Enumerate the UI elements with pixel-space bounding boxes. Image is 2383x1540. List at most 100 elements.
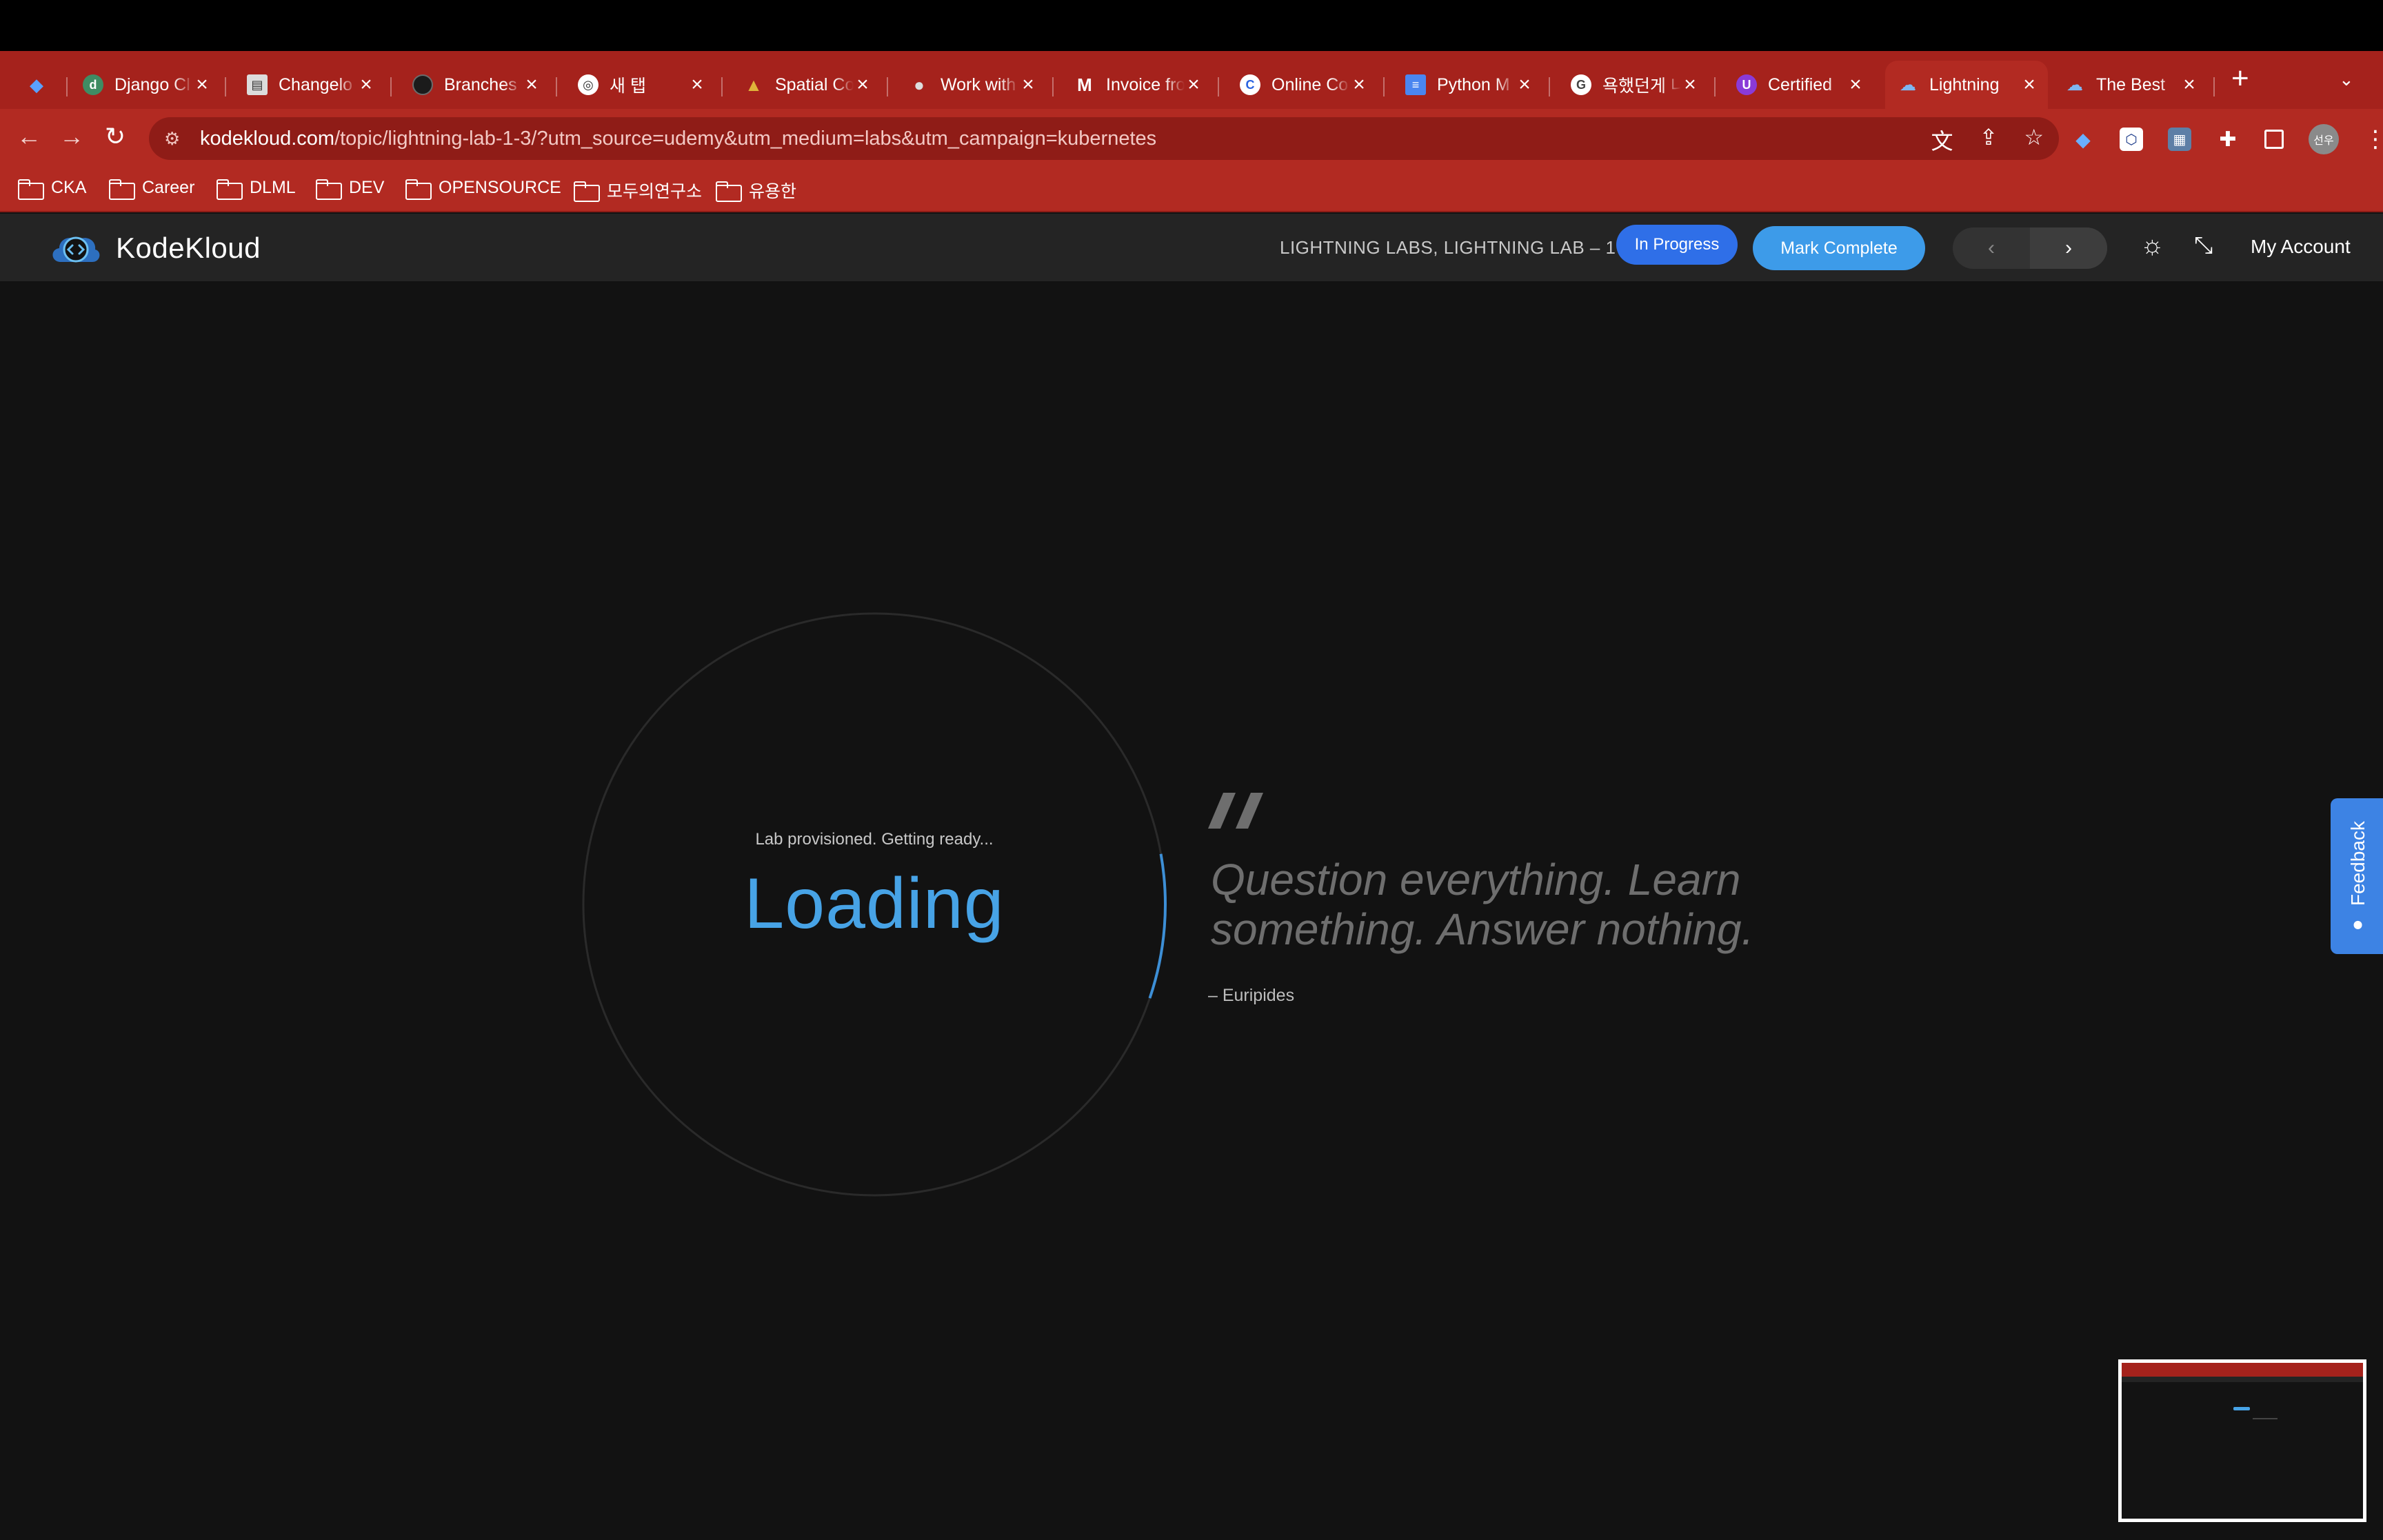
bookmark-opensource[interactable]: OPENSOURCE	[405, 178, 561, 200]
screenshot-thumbnail[interactable]	[2118, 1359, 2366, 1522]
loader-status-text: Lab provisioned. Getting ready...	[755, 830, 994, 849]
apple-icon: ●	[914, 74, 925, 95]
bookmark-label: 모두의연구소	[607, 182, 703, 201]
tab-separator	[1383, 77, 1385, 97]
tab-branches[interactable]: Branches ×	[400, 61, 550, 109]
table-icon: ▤	[247, 74, 268, 95]
kebab-menu-icon[interactable]: ⋮	[2364, 125, 2383, 153]
close-icon[interactable]: ×	[688, 74, 706, 95]
next-chevron-icon[interactable]: ›	[2030, 227, 2107, 269]
tab-title: Invoice fro	[1106, 74, 1185, 94]
feedback-text: Feedback	[2347, 821, 2369, 906]
quote-mark-icon	[1208, 793, 1263, 829]
close-icon[interactable]: ×	[523, 74, 541, 95]
thumbnail-header	[2122, 1377, 2363, 1382]
bookmark-star-icon[interactable]: ☆	[2024, 124, 2044, 156]
forward-arrow-icon[interactable]: →	[59, 123, 84, 150]
folder-icon	[18, 179, 44, 200]
sun-icon[interactable]: ☼	[2140, 232, 2164, 259]
translate-icon[interactable]: 文	[1931, 124, 1953, 156]
tab-title: Spatial Co	[775, 74, 854, 94]
kodekloud-logo[interactable]: KodeKloud	[47, 229, 261, 267]
thumbnail-quote	[2253, 1418, 2278, 1419]
feedback-label[interactable]: ● Feedback	[2346, 820, 2371, 938]
tab-title: Lightning	[1929, 74, 2000, 94]
close-icon[interactable]: ×	[193, 74, 211, 95]
bookmark-label: OPENSOURCE	[439, 178, 561, 197]
site-info-icon[interactable]: ⚙	[164, 128, 186, 149]
my-account-link[interactable]: My Account	[2251, 236, 2351, 258]
kodekloud-icon: ☁	[2067, 75, 2083, 94]
tab-django[interactable]: d Django Cl ×	[70, 61, 221, 109]
close-icon[interactable]: ×	[357, 74, 375, 95]
tab-separator	[66, 77, 68, 97]
mark-complete-button[interactable]: Mark Complete	[1753, 226, 1925, 270]
docs-icon: ≡	[1405, 74, 1426, 95]
tab-pinned[interactable]: ◆	[14, 61, 62, 109]
tab-lightning-active[interactable]: ☁ Lightning ×	[1885, 61, 2048, 109]
tab-separator	[2213, 77, 2215, 97]
gem-extension-icon[interactable]: ◆	[2071, 128, 2095, 151]
menu-bar	[0, 0, 2383, 51]
address-bar[interactable]: ⚙ kodekloud.com/topic/lightning-lab-1-3/…	[149, 117, 2059, 160]
back-arrow-icon[interactable]: ←	[17, 123, 41, 150]
bookmark-cka[interactable]: CKA	[18, 178, 86, 200]
tab-python[interactable]: ≡ Python M ×	[1393, 61, 1543, 109]
tab-new-tab[interactable]: ◎ 새 탭 ×	[565, 61, 716, 109]
gmail-icon: M	[1077, 74, 1092, 95]
collapse-icon[interactable]: ⤡	[2194, 232, 2213, 259]
tab-work-with[interactable]: ● Work with ×	[896, 61, 1047, 109]
close-icon[interactable]: ×	[1516, 74, 1534, 95]
close-icon[interactable]: ×	[1681, 74, 1699, 95]
quote-text: Question everything. Learn something. An…	[1211, 855, 1754, 954]
tab-the-best[interactable]: ☁ The Best ×	[2052, 61, 2208, 109]
share-icon[interactable]: ⇪	[1980, 124, 1998, 156]
side-panel-icon[interactable]	[2264, 130, 2284, 149]
tab-separator	[721, 77, 723, 97]
thumbnail-loading	[2233, 1407, 2250, 1410]
bookmark-dlml[interactable]: DLML	[217, 178, 296, 200]
breadcrumb: LIGHTNING LABS, LIGHTNING LAB – 1	[1280, 237, 1616, 258]
tab-online-course[interactable]: C Online Co ×	[1227, 61, 1378, 109]
tab-separator	[887, 77, 888, 97]
url-text[interactable]: kodekloud.com/topic/lightning-lab-1-3/?u…	[200, 128, 1156, 150]
close-icon[interactable]: ×	[1185, 74, 1203, 95]
tab-spatial[interactable]: ▲ Spatial Co ×	[731, 61, 881, 109]
puzzle-icon[interactable]: ✚	[2216, 128, 2240, 151]
avatar[interactable]: 선우	[2309, 124, 2339, 154]
extension-icon[interactable]: ⬡	[2120, 128, 2143, 151]
gem-icon: ◆	[30, 74, 43, 95]
tab-separator	[1714, 77, 1716, 97]
logo-text: KodeKloud	[116, 232, 261, 264]
tab-search-chevron-icon[interactable]: ⌄	[2339, 69, 2354, 90]
tab-certified[interactable]: U Certified ×	[1724, 61, 1874, 109]
extension-icon[interactable]: ▦	[2168, 128, 2191, 151]
chat-bubble-icon: ●	[2347, 915, 2369, 937]
tab-separator	[1218, 77, 1219, 97]
screen: ◆ d Django Cl × ▤ Changelo × Branches × …	[0, 0, 2383, 1540]
in-progress-badge[interactable]: In Progress	[1616, 225, 1738, 265]
tab-title: Certified	[1768, 74, 1833, 94]
close-icon[interactable]: ×	[854, 74, 872, 95]
close-icon[interactable]: ×	[2180, 74, 2198, 95]
folder-icon	[109, 179, 135, 200]
reload-icon[interactable]: ↻	[105, 123, 125, 150]
bookmark-modu[interactable]: 모두의연구소	[574, 178, 702, 203]
new-tab-plus-icon[interactable]: +	[2231, 63, 2249, 94]
tab-invoice[interactable]: M Invoice fro ×	[1062, 61, 1212, 109]
folder-icon	[316, 179, 342, 200]
loading-text: Loading	[744, 864, 1005, 944]
close-icon[interactable]: ×	[1847, 74, 1864, 95]
bookmark-useful[interactable]: 유용한	[716, 178, 796, 203]
tab-google-search[interactable]: G 욕했던게 나 ×	[1558, 61, 1709, 109]
chrome-icon: ◎	[578, 74, 599, 95]
bookmark-dev[interactable]: DEV	[316, 178, 385, 200]
close-icon[interactable]: ×	[1350, 74, 1368, 95]
previous-chevron-icon[interactable]: ‹	[1953, 227, 2030, 269]
close-icon[interactable]: ×	[2020, 74, 2038, 95]
tab-separator	[1052, 77, 1054, 97]
tab-changelog[interactable]: ▤ Changelo ×	[234, 61, 385, 109]
close-icon[interactable]: ×	[1019, 74, 1037, 95]
bookmark-label: DEV	[349, 178, 385, 197]
bookmark-career[interactable]: Career	[109, 178, 194, 200]
